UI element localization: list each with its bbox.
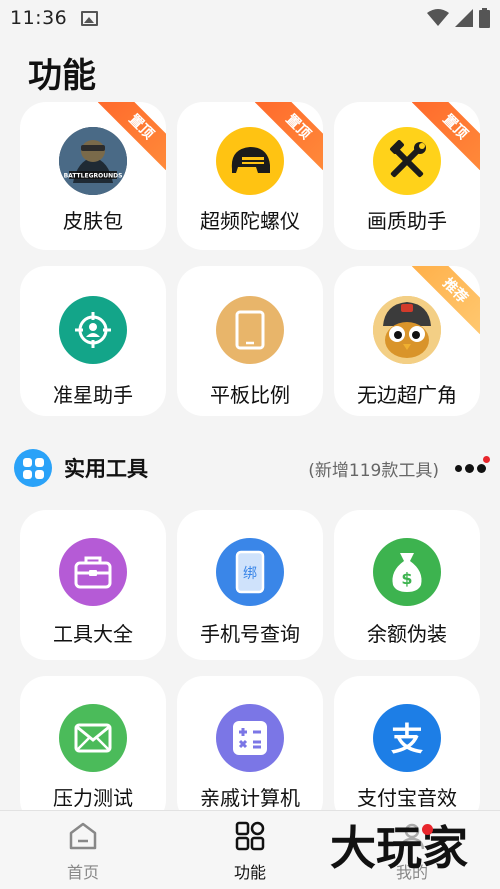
signal-icon <box>455 9 473 27</box>
alipay-glyph: 支 <box>391 720 423 758</box>
crosshair-icon <box>59 296 127 364</box>
watermark-dot <box>422 824 433 835</box>
status-bar: 11:36 <box>0 0 500 36</box>
phone-lookup-card[interactable]: 绑 手机号查询 <box>177 510 323 660</box>
balance-disguise-card[interactable]: $ 余额伪装 <box>334 510 480 660</box>
section-subtitle: (新增119款工具) <box>308 460 439 481</box>
owl-mascot-icon <box>373 296 441 364</box>
nav-home[interactable]: 首页 <box>43 821 123 883</box>
alipay-sound-label: 支付宝音效 <box>357 786 457 810</box>
crosshair-assistant-label: 准星助手 <box>53 383 133 407</box>
skin-pack-label: 皮肤包 <box>63 209 123 233</box>
page-title: 功能 <box>28 56 96 96</box>
section-header: 实用工具 (新增119款工具) <box>14 448 490 488</box>
alipay-icon: 支 <box>373 704 441 772</box>
gyro-overclock-card[interactable]: 置顶 超频陀螺仪 <box>177 102 323 250</box>
skin-pack-card[interactable]: 置顶 BATTLEGROUNDS 皮肤包 <box>20 102 166 250</box>
apps-grid-icon <box>14 449 52 487</box>
watermark-logo: 大玩家 <box>330 812 468 878</box>
phone-bind-icon: 绑 <box>216 538 284 606</box>
status-time: 11:36 <box>10 7 68 29</box>
gyro-overclock-label: 超频陀螺仪 <box>200 209 300 233</box>
toolbox-icon <box>59 538 127 606</box>
tool-collection-card[interactable]: 工具大全 <box>20 510 166 660</box>
quality-assistant-label: 画质助手 <box>367 209 447 233</box>
alipay-sound-card[interactable]: 支 支付宝音效 <box>334 676 480 826</box>
phone-lookup-label: 手机号查询 <box>200 622 300 646</box>
notification-dot <box>483 455 490 463</box>
tablet-ratio-card[interactable]: 平板比例 <box>177 266 323 416</box>
phone-bind-glyph: 绑 <box>243 566 257 582</box>
tablet-ratio-label: 平板比例 <box>210 383 290 407</box>
relative-calculator-card[interactable]: 亲戚计算机 <box>177 676 323 826</box>
nav-home-label: 首页 <box>66 863 99 882</box>
battery-icon <box>479 8 490 28</box>
nav-features-label: 功能 <box>233 863 266 882</box>
watermark-text: 大玩家 <box>330 821 468 875</box>
balance-disguise-label: 余额伪装 <box>367 622 447 646</box>
money-bag-icon: $ <box>373 538 441 606</box>
battlegrounds-logo-icon: BATTLEGROUNDS <box>59 127 127 195</box>
svg-text:BATTLEGROUNDS: BATTLEGROUNDS <box>64 173 123 180</box>
crosshair-assistant-card[interactable]: 准星助手 <box>20 266 166 416</box>
ultra-wide-label: 无边超广角 <box>357 383 457 407</box>
tablet-icon <box>216 296 284 364</box>
stress-test-label: 压力测试 <box>53 786 133 810</box>
image-notification-icon <box>81 10 99 26</box>
home-icon <box>69 822 97 850</box>
relative-calculator-label: 亲戚计算机 <box>200 786 300 810</box>
status-icons <box>427 8 490 28</box>
quality-assistant-card[interactable]: 置顶 画质助手 <box>334 102 480 250</box>
wifi-icon <box>427 9 449 26</box>
ultra-wide-card[interactable]: 推荐 无边超广角 <box>334 266 480 416</box>
nav-features[interactable]: 功能 <box>210 821 290 883</box>
stress-test-card[interactable]: 压力测试 <box>20 676 166 826</box>
helmet-icon <box>216 127 284 195</box>
grid-icon <box>235 821 265 851</box>
dollar-glyph: $ <box>401 569 412 588</box>
more-dots-icon[interactable] <box>455 455 490 473</box>
section-title: 实用工具 <box>64 457 148 481</box>
calculator-icon <box>216 704 284 772</box>
tool-collection-label: 工具大全 <box>53 622 133 646</box>
envelope-icon <box>59 704 127 772</box>
tools-icon <box>373 127 441 195</box>
